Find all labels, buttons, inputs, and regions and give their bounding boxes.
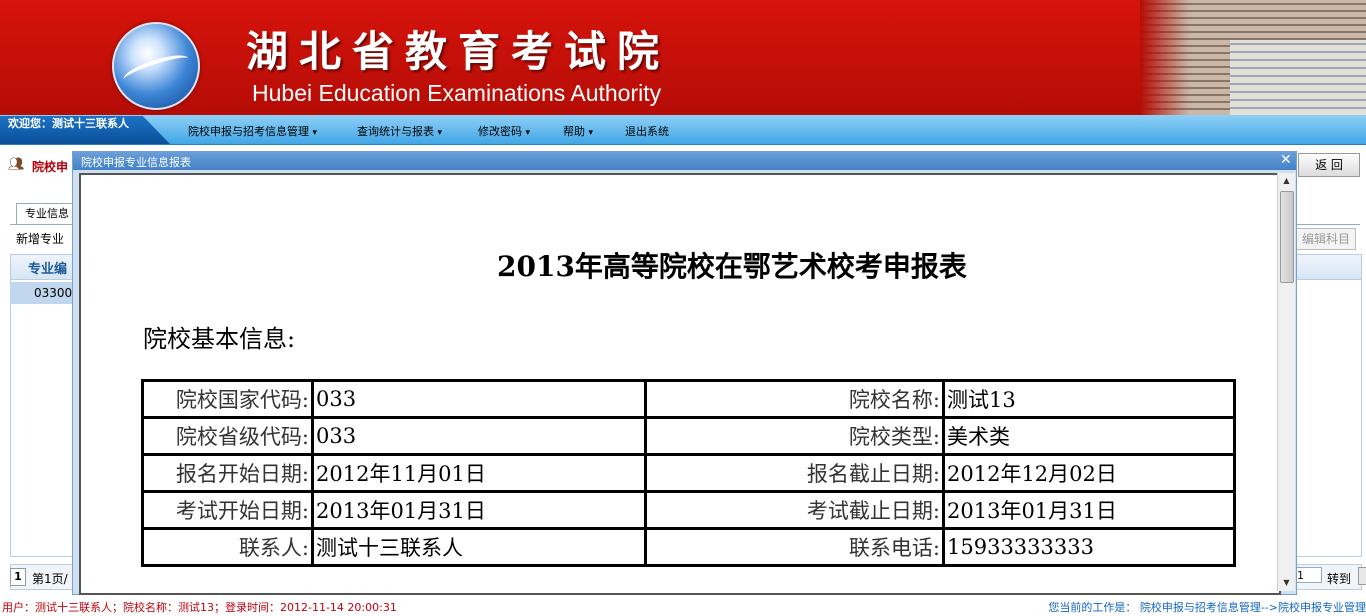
section-heading: 院校基本信息:: [143, 325, 296, 353]
school-info-table: 院校国家代码: 033 院校名称: 测试13 院校省级代码: 033 院校类型: 美术类 报名开…: [141, 379, 1236, 567]
menu-query-statistics[interactable]: 查询统计与报表 ▾: [357, 123, 442, 139]
info-value: 2013年01月31日: [311, 490, 647, 530]
building-photo: [1140, 0, 1366, 115]
info-label: 院校类型:: [644, 416, 945, 456]
people-icon: 👥︎: [8, 157, 25, 172]
info-value: 2013年01月31日: [942, 490, 1236, 530]
table-row: 联系人: 测试十三联系人 联系电话: 15933333333: [141, 527, 1236, 567]
banner-title: 湖北省教育考试院: [246, 27, 671, 76]
scroll-thumb[interactable]: [1280, 191, 1294, 283]
info-value: 033: [311, 379, 647, 419]
info-label: 院校国家代码:: [141, 379, 314, 419]
pager-info: 第1页/: [32, 572, 68, 586]
scroll-up-arrow-icon[interactable]: ▲: [1278, 173, 1295, 189]
info-label: 院校名称:: [644, 379, 945, 419]
menu-logout[interactable]: 退出系统: [625, 123, 669, 139]
status-work-path[interactable]: 院校申报与招考信息管理-->院校申报专业管理: [1140, 601, 1366, 614]
menu-label: 退出系统: [625, 125, 669, 138]
goto-label[interactable]: 转到: [1327, 570, 1351, 587]
info-label: 考试开始日期:: [141, 490, 314, 530]
info-label: 联系人:: [141, 527, 314, 567]
pager-current-page[interactable]: 1: [10, 568, 26, 586]
menu-label: 修改密码: [478, 125, 522, 138]
menu-help[interactable]: 帮助 ▾: [563, 123, 593, 139]
status-current-work: 您当前的工作是： 院校申报与招考信息管理-->院校申报专业管理: [1048, 599, 1366, 615]
info-label: 联系电话:: [644, 527, 945, 567]
header-banner: 湖北省教育考试院 Hubei Education Examinations Au…: [0, 0, 1366, 115]
goto-page-input[interactable]: 1: [1294, 567, 1322, 583]
edit-subject-button[interactable]: 编辑科目: [1296, 228, 1356, 250]
table-row: 院校省级代码: 033 院校类型: 美术类: [141, 416, 1236, 456]
table-row: 院校国家代码: 033 院校名称: 测试13: [141, 379, 1236, 419]
goto-button[interactable]: [1358, 567, 1366, 585]
info-value: 2012年11月01日: [311, 453, 647, 493]
vertical-scrollbar[interactable]: ▲ ▼: [1277, 173, 1295, 591]
status-user-info: 用户：测试十三联系人；院校名称：测试13；登录时间：2012-11-14 20:…: [2, 601, 397, 614]
menu-change-password[interactable]: 修改密码 ▾: [478, 123, 530, 139]
status-bar: 用户：测试十三联系人；院校名称：测试13；登录时间：2012-11-14 20:…: [0, 596, 1366, 616]
status-work-label: 您当前的工作是：: [1048, 601, 1137, 614]
close-icon[interactable]: ✕: [1280, 152, 1292, 168]
page-title: 院校申: [32, 160, 69, 174]
chevron-down-icon: ▾: [437, 128, 443, 138]
table-cell-major-code: 03300: [34, 286, 73, 300]
table-row: 报名开始日期: 2012年11月01日 报名截止日期: 2012年12月02日: [141, 453, 1236, 493]
report-dialog: 院校申报专业信息报表 ✕ 2013年高等院校在鄂艺术校考申报表 院校基本信息: …: [72, 151, 1297, 595]
info-label: 报名截止日期:: [644, 453, 945, 493]
info-value: 033: [311, 416, 647, 456]
tab-major-info[interactable]: 专业信息: [16, 203, 78, 224]
back-button[interactable]: 返 回: [1298, 153, 1360, 177]
main-menu-bar: 欢迎您：测试十三联系人 院校申报与招考信息管理 ▾ 查询统计与报表 ▾ 修改密码…: [0, 115, 1366, 145]
info-value: 测试13: [942, 379, 1236, 419]
report-content: 2013年高等院校在鄂艺术校考申报表 院校基本信息: 院校国家代码: 033 院校名…: [79, 173, 1281, 595]
info-value: 15933333333: [942, 527, 1236, 567]
scroll-down-arrow-icon[interactable]: ▼: [1278, 575, 1295, 591]
authority-logo-icon: [112, 22, 200, 110]
info-value: 2012年12月02日: [942, 453, 1236, 493]
chevron-down-icon: ▾: [312, 128, 318, 138]
info-value: 美术类: [942, 416, 1236, 456]
menu-school-declaration[interactable]: 院校申报与招考信息管理 ▾: [188, 123, 317, 139]
info-value: 测试十三联系人: [311, 527, 647, 567]
banner-subtitle: Hubei Education Examinations Authority: [252, 80, 662, 106]
chevron-down-icon: ▾: [588, 128, 594, 138]
chevron-down-icon: ▾: [525, 128, 531, 138]
dialog-title: 院校申报专业信息报表: [81, 156, 191, 169]
info-label: 考试截止日期:: [644, 490, 945, 530]
table-row: 考试开始日期: 2013年01月31日 考试截止日期: 2013年01月31日: [141, 490, 1236, 530]
welcome-text: 欢迎您：测试十三联系人: [0, 116, 170, 144]
menu-label: 查询统计与报表: [357, 125, 434, 138]
add-major-button[interactable]: 新增专业: [16, 230, 64, 247]
info-label: 院校省级代码:: [141, 416, 314, 456]
report-title: 2013年高等院校在鄂艺术校考申报表: [497, 250, 967, 283]
dialog-title-bar[interactable]: 院校申报专业信息报表 ✕: [73, 152, 1296, 170]
column-header-major-code[interactable]: 专业编: [28, 258, 67, 277]
info-label: 报名开始日期:: [141, 453, 314, 493]
menu-label: 帮助: [563, 125, 585, 138]
menu-label: 院校申报与招考信息管理: [188, 125, 309, 138]
